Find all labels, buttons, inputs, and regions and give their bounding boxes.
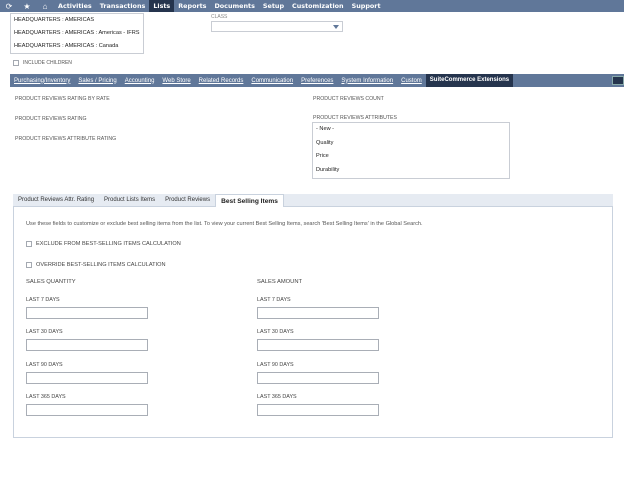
- amt-7-label: LAST 7 DAYS: [257, 297, 291, 303]
- home-icon[interactable]: ⌂: [36, 0, 54, 12]
- rating-by-rate-label: PRODUCT REVIEWS RATING BY RATE: [15, 96, 110, 102]
- more-tabs-icon[interactable]: [612, 76, 624, 85]
- nav-transactions[interactable]: Transactions: [96, 0, 150, 12]
- qty-7-input[interactable]: [26, 307, 148, 319]
- amt-365-label: LAST 365 DAYS: [257, 394, 297, 400]
- reviews-attributes-list[interactable]: - New - Quality Price Durability: [312, 122, 510, 179]
- sales-amount-header: SALES AMOUNT: [257, 279, 303, 285]
- star-icon[interactable]: ★: [18, 0, 36, 12]
- rating-label: PRODUCT REVIEWS RATING: [15, 116, 87, 122]
- attribute-option[interactable]: Quality: [313, 137, 509, 151]
- qty-365-input[interactable]: [26, 404, 148, 416]
- qty-30-input[interactable]: [26, 339, 148, 351]
- nav-customization[interactable]: Customization: [288, 0, 348, 12]
- amt-90-label: LAST 90 DAYS: [257, 362, 294, 368]
- qty-30-label: LAST 30 DAYS: [26, 329, 63, 335]
- attribute-option[interactable]: Durability: [313, 164, 509, 178]
- tab-custom[interactable]: Custom: [397, 78, 426, 84]
- nav-support[interactable]: Support: [348, 0, 385, 12]
- amt-365-input[interactable]: [257, 404, 379, 416]
- override-row: OVERRIDE BEST-SELLING ITEMS CALCULATION: [26, 262, 166, 268]
- tab-product-reviews[interactable]: Product Reviews: [160, 197, 215, 203]
- exclude-checkbox[interactable]: [26, 241, 32, 247]
- qty-365-label: LAST 365 DAYS: [26, 394, 66, 400]
- subtab-bar: Purchasing/Inventory Sales / Pricing Acc…: [10, 74, 624, 87]
- tab-related-records[interactable]: Related Records: [195, 78, 248, 84]
- qty-90-label: LAST 90 DAYS: [26, 362, 63, 368]
- nav-lists[interactable]: Lists: [149, 0, 175, 12]
- nav-setup[interactable]: Setup: [259, 0, 288, 12]
- class-label: CLASS: [211, 14, 228, 20]
- override-checkbox[interactable]: [26, 262, 32, 268]
- sales-quantity-header: SALES QUANTITY: [26, 279, 76, 285]
- amt-30-label: LAST 30 DAYS: [257, 329, 294, 335]
- nav-documents[interactable]: Documents: [210, 0, 258, 12]
- tab-product-lists-items[interactable]: Product Lists Items: [99, 197, 160, 203]
- top-nav: ⟳ ★ ⌂ Activities Transactions Lists Repo…: [0, 0, 624, 12]
- best-selling-help-text: Use these fields to customize or exclude…: [26, 221, 423, 227]
- chevron-down-icon: [333, 25, 339, 29]
- include-children: INCLUDE CHILDREN: [13, 60, 72, 66]
- tab-accounting[interactable]: Accounting: [121, 78, 159, 84]
- tab-best-selling-items[interactable]: Best Selling Items: [215, 193, 284, 207]
- exclude-label: EXCLUDE FROM BEST-SELLING ITEMS CALCULAT…: [36, 241, 181, 247]
- tab-preferences[interactable]: Preferences: [297, 78, 337, 84]
- subsidiary-option[interactable]: HEADQUARTERS : AMERICAS : Canada: [11, 40, 143, 53]
- subsidiary-option[interactable]: HEADQUARTERS : AMERICAS: [11, 14, 143, 27]
- nav-reports[interactable]: Reports: [174, 0, 210, 12]
- subsidiary-option[interactable]: HEADQUARTERS : AMERICAS : Americas - IFR…: [11, 27, 143, 40]
- class-select[interactable]: [211, 21, 343, 32]
- qty-90-input[interactable]: [26, 372, 148, 384]
- attribute-option[interactable]: - New -: [313, 123, 509, 137]
- reviews-count-label: PRODUCT REVIEWS COUNT: [313, 96, 384, 102]
- tab-suitecommerce-extensions[interactable]: SuiteCommerce Extensions: [425, 74, 514, 87]
- tab-system-information[interactable]: System Information: [337, 78, 397, 84]
- nav-activities[interactable]: Activities: [54, 0, 96, 12]
- amt-90-input[interactable]: [257, 372, 379, 384]
- include-children-label: INCLUDE CHILDREN: [23, 60, 72, 66]
- attribute-option[interactable]: Price: [313, 150, 509, 164]
- exclude-row: EXCLUDE FROM BEST-SELLING ITEMS CALCULAT…: [26, 241, 181, 247]
- include-children-checkbox[interactable]: [13, 60, 19, 66]
- tab-purchasing-inventory[interactable]: Purchasing/Inventory: [10, 78, 74, 84]
- tab-sales-pricing[interactable]: Sales / Pricing: [74, 78, 120, 84]
- attribute-rating-label: PRODUCT REVIEWS ATTRIBUTE RATING: [15, 136, 117, 142]
- subsidiary-list[interactable]: HEADQUARTERS : AMERICAS HEADQUARTERS : A…: [10, 13, 144, 54]
- tab-web-store[interactable]: Web Store: [158, 78, 194, 84]
- override-label: OVERRIDE BEST-SELLING ITEMS CALCULATION: [36, 262, 166, 268]
- tab-product-reviews-attr-rating[interactable]: Product Reviews Attr. Rating: [13, 197, 99, 203]
- amt-30-input[interactable]: [257, 339, 379, 351]
- tab-communication[interactable]: Communication: [247, 78, 297, 84]
- amt-7-input[interactable]: [257, 307, 379, 319]
- qty-7-label: LAST 7 DAYS: [26, 297, 60, 303]
- inner-tab-bar: Product Reviews Attr. Rating Product Lis…: [13, 193, 613, 207]
- reviews-attributes-label: PRODUCT REVIEWS ATTRIBUTES: [313, 115, 397, 121]
- recent-icon[interactable]: ⟳: [0, 0, 18, 12]
